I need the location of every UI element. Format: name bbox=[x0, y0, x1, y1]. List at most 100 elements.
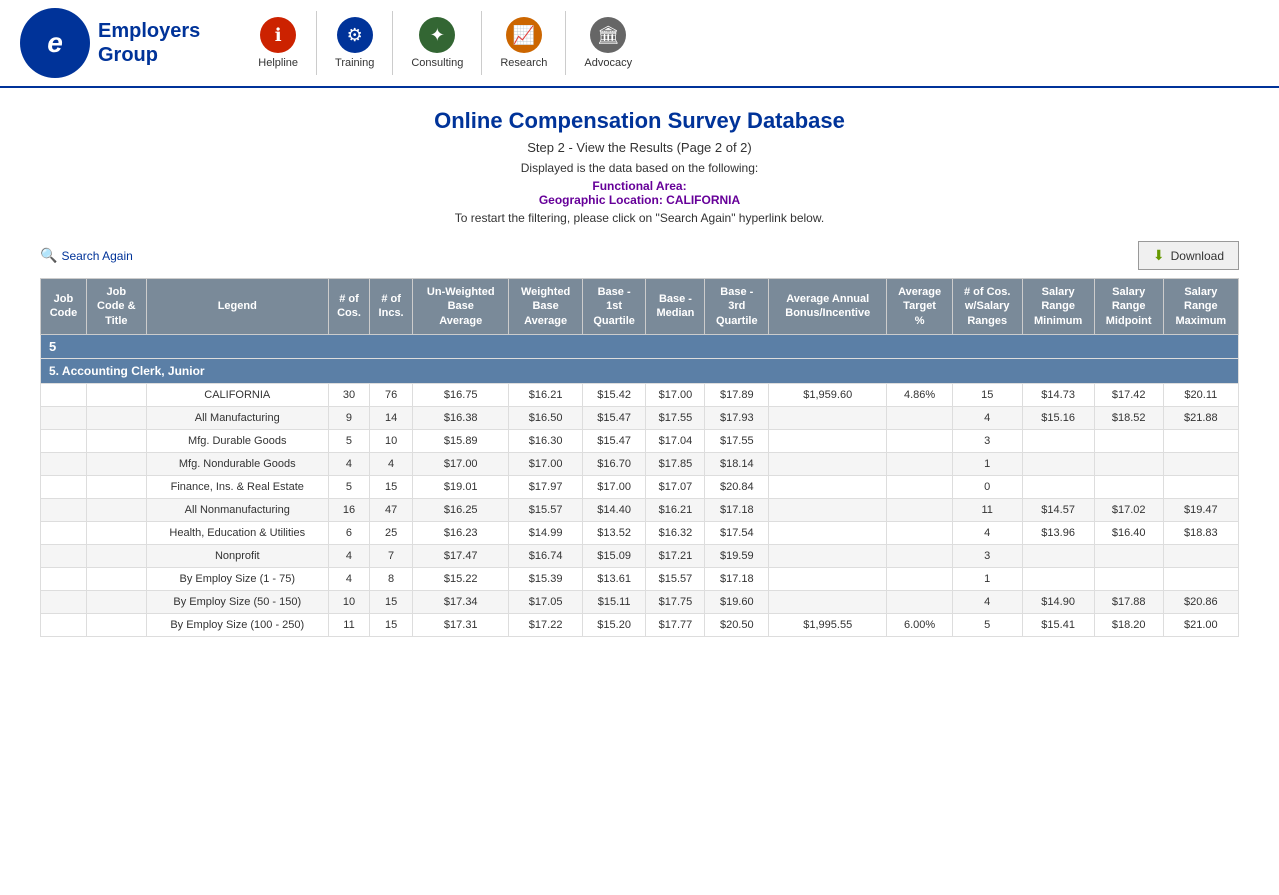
table-cell: $16.32 bbox=[646, 521, 705, 544]
table-row: By Employ Size (100 - 250)1115$17.31$17.… bbox=[41, 613, 1239, 636]
table-cell bbox=[41, 521, 87, 544]
nav-item-research[interactable]: 📈 Research bbox=[482, 11, 566, 75]
table-cell: 4 bbox=[952, 590, 1022, 613]
table-cell bbox=[887, 452, 952, 475]
table-cell bbox=[1163, 544, 1238, 567]
table-cell: Finance, Ins. & Real Estate bbox=[146, 475, 328, 498]
table-cell bbox=[769, 567, 887, 590]
table-cell: $15.39 bbox=[509, 567, 582, 590]
table-cell: 11 bbox=[952, 498, 1022, 521]
table-cell: 3 bbox=[952, 429, 1022, 452]
search-again-link[interactable]: 🔍 Search Again bbox=[40, 247, 133, 264]
table-cell: 4 bbox=[328, 567, 369, 590]
data-table: JobCode JobCode &Title Legend # ofCos. #… bbox=[40, 278, 1239, 637]
table-cell: $16.40 bbox=[1094, 521, 1163, 544]
table-cell: All Manufacturing bbox=[146, 406, 328, 429]
table-row: Finance, Ins. & Real Estate515$19.01$17.… bbox=[41, 475, 1239, 498]
table-row: All Nonmanufacturing1647$16.25$15.57$14.… bbox=[41, 498, 1239, 521]
table-cell: $17.97 bbox=[509, 475, 582, 498]
table-cell: $15.47 bbox=[582, 406, 646, 429]
table-cell: $19.01 bbox=[413, 475, 509, 498]
group-header-title: 5. Accounting Clerk, Junior bbox=[41, 358, 1239, 383]
table-cell: $17.05 bbox=[509, 590, 582, 613]
table-cell: $16.25 bbox=[413, 498, 509, 521]
table-cell: $17.54 bbox=[705, 521, 769, 544]
table-cell: 47 bbox=[370, 498, 413, 521]
table-cell: $1,959.60 bbox=[769, 383, 887, 406]
page-content: Online Compensation Survey Database Step… bbox=[0, 88, 1279, 657]
toolbar: 🔍 Search Again ⬇ Download bbox=[40, 241, 1239, 270]
table-cell: CALIFORNIA bbox=[146, 383, 328, 406]
logo-circle: e bbox=[20, 8, 90, 78]
table-cell: $17.34 bbox=[413, 590, 509, 613]
table-cell: $16.38 bbox=[413, 406, 509, 429]
table-cell: 9 bbox=[328, 406, 369, 429]
table-row: Mfg. Durable Goods510$15.89$16.30$15.47$… bbox=[41, 429, 1239, 452]
table-cell: $18.52 bbox=[1094, 406, 1163, 429]
table-cell bbox=[41, 590, 87, 613]
table-cell: 7 bbox=[370, 544, 413, 567]
col-header-job-code-title: JobCode &Title bbox=[86, 279, 146, 335]
table-cell: $16.74 bbox=[509, 544, 582, 567]
download-label: Download bbox=[1171, 249, 1224, 263]
geo-label: Geographic Location: CALIFORNIA bbox=[539, 193, 740, 207]
page-title: Online Compensation Survey Database bbox=[40, 108, 1239, 134]
table-cell bbox=[769, 521, 887, 544]
table-cell bbox=[1094, 429, 1163, 452]
col-header-cos: # ofCos. bbox=[328, 279, 369, 335]
table-cell: Mfg. Durable Goods bbox=[146, 429, 328, 452]
table-cell: By Employ Size (50 - 150) bbox=[146, 590, 328, 613]
table-cell: $17.31 bbox=[413, 613, 509, 636]
table-cell: $18.14 bbox=[705, 452, 769, 475]
table-cell: $17.18 bbox=[705, 567, 769, 590]
table-cell: $16.50 bbox=[509, 406, 582, 429]
download-button[interactable]: ⬇ Download bbox=[1138, 241, 1239, 270]
table-cell bbox=[41, 383, 87, 406]
col-header-target: AverageTarget% bbox=[887, 279, 952, 335]
table-cell bbox=[887, 567, 952, 590]
page-subtitle: Step 2 - View the Results (Page 2 of 2) bbox=[40, 140, 1239, 155]
table-cell: $17.04 bbox=[646, 429, 705, 452]
search-again-label: Search Again bbox=[61, 249, 132, 263]
table-cell bbox=[769, 544, 887, 567]
table-cell: $16.30 bbox=[509, 429, 582, 452]
table-cell: 15 bbox=[370, 590, 413, 613]
table-cell bbox=[86, 613, 146, 636]
table-cell: 4 bbox=[328, 544, 369, 567]
table-cell: Nonprofit bbox=[146, 544, 328, 567]
table-cell: $17.42 bbox=[1094, 383, 1163, 406]
nav-item-helpline[interactable]: ℹ Helpline bbox=[240, 11, 317, 75]
table-cell: $17.07 bbox=[646, 475, 705, 498]
table-cell: $15.22 bbox=[413, 567, 509, 590]
table-cell: $17.93 bbox=[705, 406, 769, 429]
table-cell: $15.47 bbox=[582, 429, 646, 452]
table-cell: 3 bbox=[952, 544, 1022, 567]
table-cell bbox=[41, 406, 87, 429]
table-cell: $17.88 bbox=[1094, 590, 1163, 613]
table-cell: $15.57 bbox=[646, 567, 705, 590]
nav-item-advocacy[interactable]: 🏛 Advocacy bbox=[566, 11, 650, 75]
col-header-legend: Legend bbox=[146, 279, 328, 335]
table-cell: $16.21 bbox=[509, 383, 582, 406]
col-header-incs: # ofIncs. bbox=[370, 279, 413, 335]
training-icon: ⚙ bbox=[337, 17, 373, 53]
table-cell: $21.88 bbox=[1163, 406, 1238, 429]
table-cell: 14 bbox=[370, 406, 413, 429]
nav-item-training[interactable]: ⚙ Training bbox=[317, 11, 393, 75]
table-row: Mfg. Nondurable Goods44$17.00$17.00$16.7… bbox=[41, 452, 1239, 475]
table-cell: 10 bbox=[328, 590, 369, 613]
table-cell bbox=[1163, 429, 1238, 452]
table-cell bbox=[41, 544, 87, 567]
table-cell bbox=[86, 406, 146, 429]
table-cell: 76 bbox=[370, 383, 413, 406]
functional-area-label: Functional Area: bbox=[592, 179, 686, 193]
col-header-sr-mid: SalaryRangeMidpoint bbox=[1094, 279, 1163, 335]
table-cell: $17.55 bbox=[705, 429, 769, 452]
logo-area: e Employers Group bbox=[20, 8, 200, 78]
table-cell: Health, Education & Utilities bbox=[146, 521, 328, 544]
nav-item-consulting[interactable]: ✦ Consulting bbox=[393, 11, 482, 75]
table-cell: $17.47 bbox=[413, 544, 509, 567]
table-cell: $14.40 bbox=[582, 498, 646, 521]
col-header-cos-sr: # of Cos.w/SalaryRanges bbox=[952, 279, 1022, 335]
table-cell: $15.16 bbox=[1022, 406, 1094, 429]
